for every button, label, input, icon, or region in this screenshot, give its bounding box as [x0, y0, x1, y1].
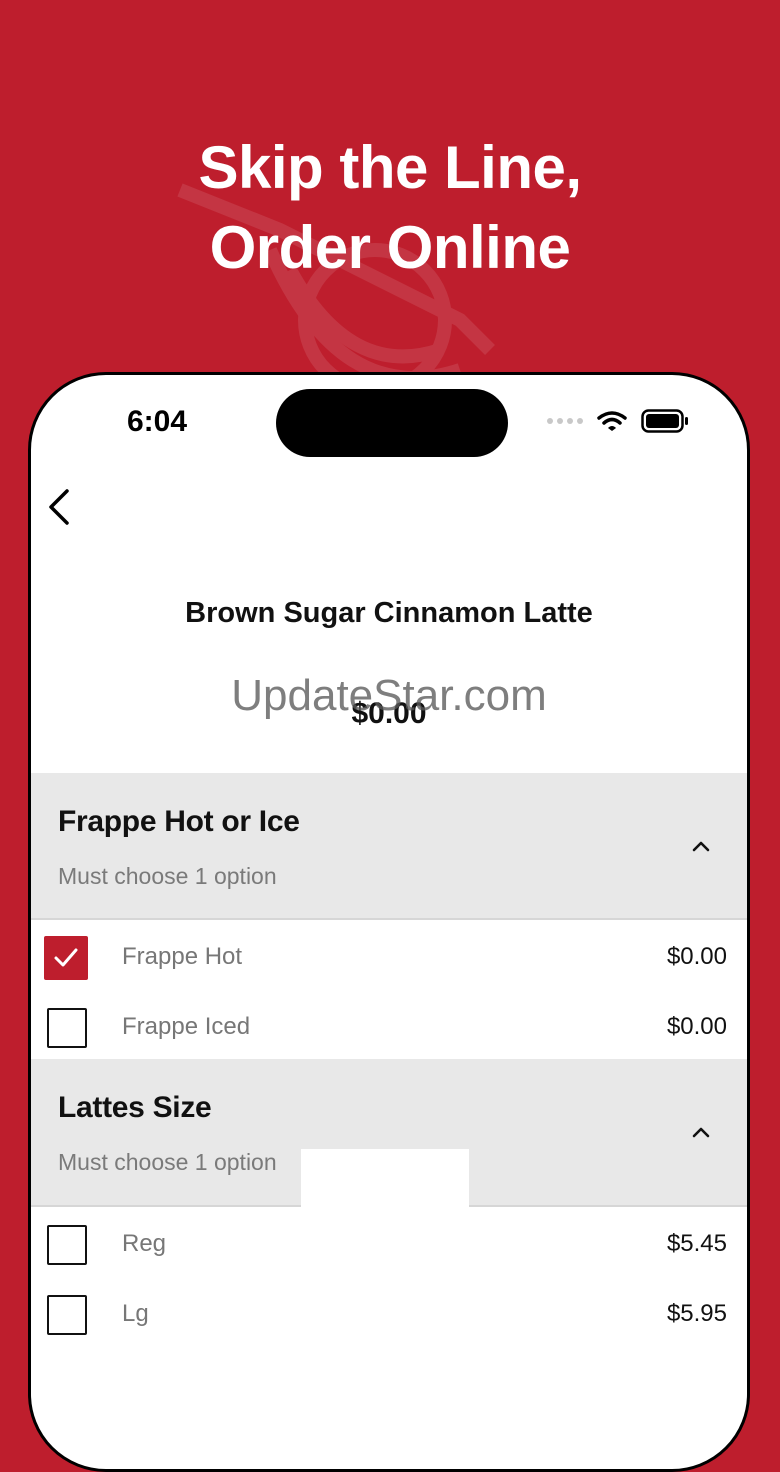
section-header-frappe[interactable]: Frappe Hot or Ice Must choose 1 option	[31, 773, 747, 920]
option-price: $0.00	[666, 943, 727, 970]
checkmark-icon	[54, 948, 78, 967]
option-label: Frappe Hot	[122, 943, 243, 970]
checkbox-checked[interactable]	[44, 936, 88, 980]
checkbox-unchecked[interactable]	[47, 1225, 87, 1265]
option-row-frappe-hot[interactable]: Frappe Hot $0.00	[31, 923, 747, 993]
section-subtitle: Must choose 1 option	[58, 1149, 277, 1175]
chevron-up-icon[interactable]	[691, 839, 711, 853]
chevron-up-icon[interactable]	[691, 1125, 711, 1139]
option-row-reg[interactable]: Reg $5.45	[31, 1210, 747, 1280]
section-subtitle: Must choose 1 option	[58, 863, 277, 889]
option-label: Lg	[122, 1300, 149, 1327]
status-bar-indicators	[547, 409, 689, 433]
white-overlay-patch	[301, 1149, 469, 1209]
dynamic-island	[276, 389, 508, 457]
section-title: Lattes Size	[58, 1091, 212, 1124]
option-price: $5.95	[666, 1300, 727, 1327]
option-label: Frappe Iced	[122, 1013, 251, 1040]
wifi-icon	[597, 411, 627, 431]
status-bar-time: 6:04	[127, 405, 188, 438]
battery-icon	[641, 409, 688, 433]
back-arrow-icon[interactable]	[45, 487, 75, 527]
option-price: $0.00	[666, 1013, 727, 1040]
checkbox-unchecked[interactable]	[47, 1295, 87, 1335]
option-row-lg[interactable]: Lg $5.95	[31, 1280, 747, 1350]
watermark-text: UpdateStar.com	[231, 671, 547, 720]
phone-frame: 6:04 Brown Sugar Cinnamon Latte $0.00 Up…	[28, 372, 750, 1472]
option-row-frappe-iced[interactable]: Frappe Iced $0.00	[31, 993, 747, 1063]
promo-headline-line2: Order Online	[209, 214, 571, 281]
option-price: $5.45	[666, 1230, 727, 1257]
product-title: Brown Sugar Cinnamon Latte	[185, 597, 593, 629]
section-title: Frappe Hot or Ice	[58, 805, 300, 838]
checkbox-unchecked[interactable]	[47, 1008, 87, 1048]
cellular-signal-icon	[547, 418, 583, 424]
promo-headline: Skip the Line, Order Online	[0, 128, 780, 288]
option-label: Reg	[122, 1230, 167, 1257]
promo-headline-line1: Skip the Line,	[198, 134, 582, 201]
